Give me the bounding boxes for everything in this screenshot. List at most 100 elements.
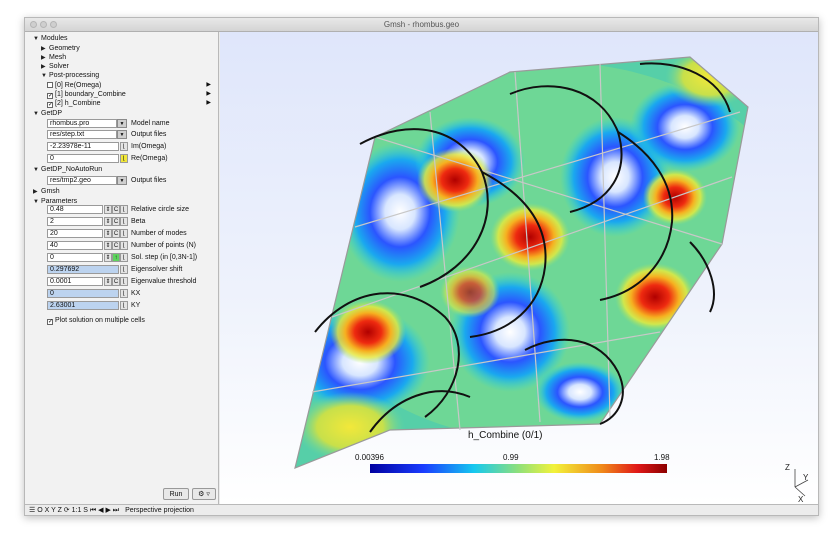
im-omega-field[interactable]: -2.23978e-11 (47, 142, 119, 151)
parameter-value-field[interactable]: 20 (47, 229, 103, 238)
parameter-value-field[interactable]: 0 (47, 289, 119, 298)
view-checkbox[interactable]: ✓ (47, 102, 53, 108)
field-surface (295, 57, 748, 468)
collapse-triangle-icon[interactable]: ▼ (33, 198, 41, 207)
tree-post-processing[interactable]: ▼ Post-processing (41, 71, 99, 80)
colorbar (370, 464, 667, 473)
im-omega-label: Im(Omega) (131, 143, 167, 150)
plot-multiple-cells-checkbox[interactable]: ✓ (47, 319, 53, 325)
parameter-label: Beta (131, 218, 146, 225)
parameter-value-field[interactable]: 2.63001 (47, 301, 119, 310)
loop-icon[interactable]: ↑ (112, 253, 120, 262)
loop-toggle-icon[interactable]: C (112, 205, 120, 214)
graph-icon[interactable]: ⌊ (120, 253, 128, 262)
collapse-triangle-icon[interactable]: ▼ (33, 110, 41, 119)
submenu-arrow-icon[interactable]: ▶ (206, 99, 211, 108)
graph-icon[interactable]: ⌊ (120, 205, 128, 214)
graph-icon[interactable]: ⌊ (120, 289, 128, 298)
view-checkbox[interactable] (47, 82, 53, 88)
window-title: Gmsh - rhombus.geo (383, 20, 460, 29)
x-axis-label: X (798, 495, 804, 504)
submenu-arrow-icon[interactable]: ▶ (206, 90, 211, 99)
tree-modules[interactable]: ▼ Modules (33, 34, 67, 43)
tree-gmsh[interactable]: ▶ Gmsh (33, 187, 60, 196)
spinner-icon[interactable]: ⇕ (104, 241, 112, 250)
output-files-label: Output files (131, 131, 167, 138)
zoom-window-button[interactable] (50, 21, 57, 28)
spinner-icon[interactable]: ⇕ (104, 217, 112, 226)
run-button[interactable]: Run (163, 488, 189, 500)
tree-solver[interactable]: ▶ Solver (41, 62, 69, 71)
loop-toggle-icon[interactable]: C (112, 217, 120, 226)
parameter-value-field[interactable]: 0 (47, 253, 103, 262)
close-window-button[interactable] (30, 21, 37, 28)
graph-icon[interactable]: ⌊ (120, 154, 128, 163)
expand-triangle-icon[interactable]: ▶ (33, 188, 41, 197)
view-item[interactable]: ✓ [1] boundary_Combine ▶ (47, 90, 217, 99)
parameter-label: KY (131, 302, 141, 309)
view-item[interactable]: ✓ [2] h_Combine ▶ (47, 99, 217, 108)
parameter-label: Eigenvalue threshold (131, 278, 197, 285)
graph-icon[interactable]: ⌊ (120, 229, 128, 238)
parameter-value-field[interactable]: 0.48 (47, 205, 103, 214)
spinner-icon[interactable]: ⇕ (104, 205, 112, 214)
tree-getdp[interactable]: ▼ GetDP (33, 109, 62, 118)
dropdown-arrow-icon[interactable]: ▼ (117, 119, 127, 128)
colorbar-title: h_Combine (0/1) (468, 430, 542, 441)
parameter-label: KX (131, 290, 141, 297)
graph-icon[interactable]: ⌊ (120, 241, 128, 250)
parameter-label: Number of modes (131, 230, 187, 237)
tree-geometry[interactable]: ▶ Geometry (41, 44, 80, 53)
parameter-value-field[interactable]: 0.0001 (47, 277, 103, 286)
status-bar: ☰ O X Y Z ⟳ 1:1 S ⏮ ◀ ▶ ⏭ Perspective pr… (25, 504, 818, 515)
output-files-field[interactable]: res/step.txt (47, 130, 117, 139)
plot-multiple-cells-option[interactable]: ✓ Plot solution on multiple cells (47, 316, 145, 325)
graph-icon[interactable]: ⌊ (120, 142, 128, 151)
colorbar-mid-label: 0.99 (503, 453, 519, 462)
view-toolbar[interactable]: ☰ O X Y Z ⟳ 1:1 S ⏮ ◀ ▶ ⏭ (29, 507, 119, 514)
graph-icon[interactable]: ⌊ (120, 301, 128, 310)
spinner-icon[interactable]: ⇕ (104, 229, 112, 238)
spinner-icon[interactable]: ⇕ (104, 253, 112, 262)
collapse-triangle-icon[interactable]: ▼ (33, 166, 41, 175)
view-item[interactable]: [0] Re(Omega) ▶ (47, 81, 217, 90)
model-name-field[interactable]: rhombus.pro (47, 119, 117, 128)
y-axis-label: Y (803, 473, 809, 482)
re-omega-field[interactable]: 0 (47, 154, 119, 163)
parameter-label: Number of points (N) (131, 242, 196, 249)
options-panel: ▼ Modules ▶ Geometry ▶ Mesh ▶ Solver ▼ Post-p… (25, 32, 219, 504)
re-omega-label: Re(Omega) (131, 155, 168, 162)
graph-icon[interactable]: ⌊ (120, 265, 128, 274)
title-bar: Gmsh - rhombus.geo (25, 18, 818, 32)
graphics-view[interactable]: h_Combine (0/1) 0.00396 0.99 1.98 Z Y X (220, 32, 818, 504)
settings-menu-button[interactable]: ⚙ ▿ (192, 488, 216, 500)
colorbar-max-label: 1.98 (654, 453, 670, 462)
noautorun-output-field[interactable]: res/tmp2.geo (47, 176, 117, 185)
submenu-arrow-icon[interactable]: ▶ (206, 81, 211, 90)
collapse-triangle-icon[interactable]: ▼ (33, 35, 41, 44)
graph-icon[interactable]: ⌊ (120, 277, 128, 286)
dropdown-arrow-icon[interactable]: ▼ (117, 176, 127, 185)
loop-toggle-icon[interactable]: C (112, 229, 120, 238)
loop-toggle-icon[interactable]: C (112, 241, 120, 250)
parameter-label: Sol. step (in [0,3N-1]) (131, 254, 198, 261)
parameter-label: Eigensolver shift (131, 266, 183, 273)
parameter-value-field[interactable]: 0.297692 (47, 265, 119, 274)
rhombus-field-plot: h_Combine (0/1) 0.00396 0.99 1.98 Z Y X (294, 56, 809, 504)
parameter-value-field[interactable]: 40 (47, 241, 103, 250)
parameter-value-field[interactable]: 2 (47, 217, 103, 226)
graph-icon[interactable]: ⌊ (120, 217, 128, 226)
model-name-label: Model name (131, 120, 170, 127)
collapse-triangle-icon[interactable]: ▼ (41, 72, 49, 81)
parameter-label: Relative circle size (131, 206, 189, 213)
minimize-window-button[interactable] (40, 21, 47, 28)
loop-toggle-icon[interactable]: C (112, 277, 120, 286)
colorbar-min-label: 0.00396 (355, 453, 384, 462)
spinner-icon[interactable]: ⇕ (104, 277, 112, 286)
tree-getdp-noautorun[interactable]: ▼ GetDP_NoAutoRun (33, 165, 102, 174)
dropdown-arrow-icon[interactable]: ▼ (117, 130, 127, 139)
z-axis-label: Z (785, 463, 790, 472)
noautorun-output-label: Output files (131, 177, 167, 184)
tree-mesh[interactable]: ▶ Mesh (41, 53, 66, 62)
status-text: Perspective projection (125, 507, 194, 514)
